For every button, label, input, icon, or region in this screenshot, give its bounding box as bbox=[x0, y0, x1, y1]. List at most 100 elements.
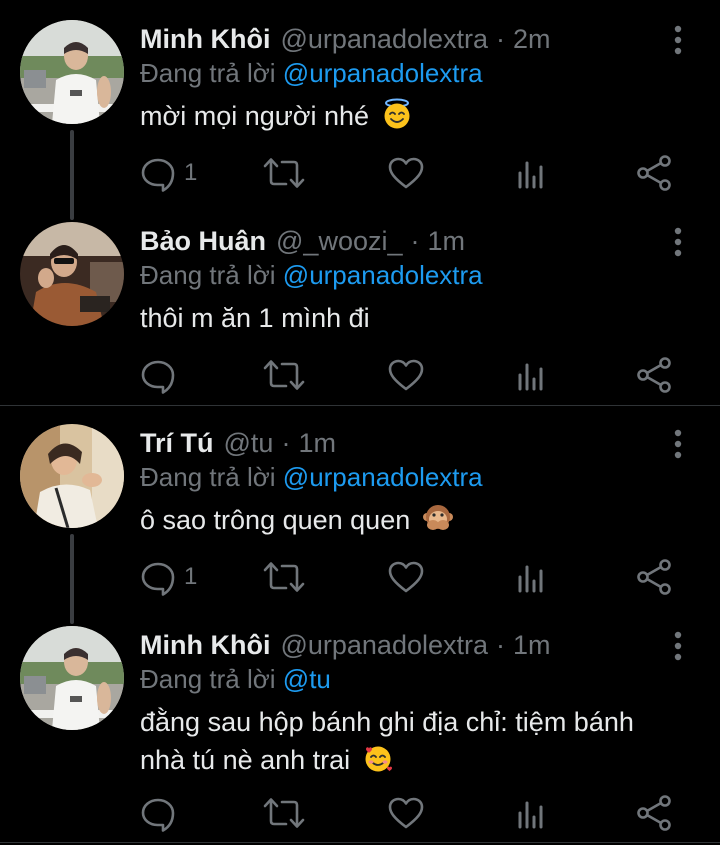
replying-to: Đang trả lời @urpanadolextra bbox=[140, 459, 483, 495]
retweet-button[interactable] bbox=[262, 355, 306, 395]
reply-icon bbox=[138, 153, 178, 193]
reply-button[interactable] bbox=[138, 355, 184, 395]
reply-button[interactable]: 1 bbox=[138, 557, 197, 597]
retweet-icon bbox=[262, 355, 306, 395]
views-button[interactable] bbox=[512, 557, 552, 597]
retweet-icon bbox=[262, 793, 306, 833]
share-button[interactable] bbox=[634, 355, 674, 395]
views-icon bbox=[512, 557, 552, 597]
replying-to: Đang trả lời @tu bbox=[140, 661, 331, 697]
replying-to-label: Đang trả lời bbox=[140, 462, 276, 492]
timestamp[interactable]: 1m bbox=[513, 626, 551, 664]
tweet[interactable]: Minh Khôi @urpanadolextra · 2m Đang trả … bbox=[0, 0, 720, 220]
tweet-text: mời mọi người nhé bbox=[140, 97, 700, 135]
avatar[interactable] bbox=[20, 20, 124, 124]
display-name[interactable]: Minh Khôi bbox=[140, 626, 270, 664]
avatar[interactable] bbox=[20, 626, 124, 730]
replying-to: Đang trả lời @urpanadolextra bbox=[140, 257, 483, 293]
like-button[interactable] bbox=[386, 355, 426, 395]
views-icon bbox=[512, 153, 552, 193]
timestamp[interactable]: 1m bbox=[298, 424, 336, 462]
retweet-icon bbox=[262, 153, 306, 193]
views-icon bbox=[512, 355, 552, 395]
more-options-icon[interactable] bbox=[668, 630, 688, 662]
timestamp[interactable]: 1m bbox=[428, 222, 466, 260]
reply-count: 1 bbox=[184, 563, 198, 590]
views-button[interactable] bbox=[512, 355, 552, 395]
smiling-face-with-halo-emoji bbox=[381, 98, 413, 130]
share-icon bbox=[634, 355, 674, 395]
separator-dot: · bbox=[410, 226, 420, 256]
like-button[interactable] bbox=[386, 793, 426, 833]
like-icon bbox=[386, 557, 426, 597]
timestamp[interactable]: 2m bbox=[513, 20, 551, 58]
more-options-icon[interactable] bbox=[668, 226, 688, 258]
share-button[interactable] bbox=[634, 793, 674, 833]
reply-icon bbox=[138, 793, 178, 833]
display-name[interactable]: Minh Khôi bbox=[140, 20, 270, 58]
share-icon bbox=[634, 557, 674, 597]
like-icon bbox=[386, 355, 426, 395]
replying-to-mention[interactable]: @urpanadolextra bbox=[283, 260, 483, 290]
tweet-actions bbox=[138, 793, 698, 833]
like-icon bbox=[386, 153, 426, 193]
tweet-header: Minh Khôi @urpanadolextra · 2m bbox=[140, 20, 551, 58]
like-button[interactable] bbox=[386, 153, 426, 193]
tweet-header: Bảo Huân @_woozi_ · 1m bbox=[140, 222, 465, 260]
reply-button[interactable]: 1 bbox=[138, 153, 197, 193]
like-button[interactable] bbox=[386, 557, 426, 597]
user-handle[interactable]: @urpanadolextra bbox=[280, 20, 488, 58]
tweet-text: thôi m ăn 1 mình đi bbox=[140, 299, 700, 337]
user-handle[interactable]: @_woozi_ bbox=[276, 222, 402, 260]
tweet-actions: 1 bbox=[138, 153, 698, 193]
retweet-button[interactable] bbox=[262, 793, 306, 833]
replying-to-mention[interactable]: @tu bbox=[283, 664, 331, 694]
share-button[interactable] bbox=[634, 153, 674, 193]
separator-dot: · bbox=[281, 428, 291, 458]
share-button[interactable] bbox=[634, 557, 674, 597]
avatar[interactable] bbox=[20, 424, 124, 528]
like-icon bbox=[386, 793, 426, 833]
tweet-body: thôi m ăn 1 mình đi bbox=[140, 303, 370, 333]
reply-button[interactable] bbox=[138, 793, 184, 833]
share-icon bbox=[634, 793, 674, 833]
reply-icon bbox=[138, 557, 178, 597]
avatar[interactable] bbox=[20, 222, 124, 326]
replying-to-mention[interactable]: @urpanadolextra bbox=[283, 58, 483, 88]
replying-to-mention[interactable]: @urpanadolextra bbox=[283, 462, 483, 492]
tweet-body: ô sao trông quen quen bbox=[140, 505, 411, 535]
user-handle[interactable]: @urpanadolextra bbox=[280, 626, 488, 664]
user-handle[interactable]: @tu bbox=[224, 424, 274, 462]
display-name[interactable]: Bảo Huân bbox=[140, 222, 266, 260]
tweet-actions bbox=[138, 355, 698, 395]
tweet-header: Minh Khôi @urpanadolextra · 1m bbox=[140, 626, 551, 664]
bottom-divider bbox=[0, 842, 720, 843]
views-button[interactable] bbox=[512, 793, 552, 833]
tweet-text: ô sao trông quen quen bbox=[140, 501, 700, 539]
speak-no-evil-monkey-emoji bbox=[422, 502, 454, 534]
tweet[interactable]: Minh Khôi @urpanadolextra · 1m Đang trả … bbox=[0, 606, 720, 841]
separator-dot: · bbox=[496, 24, 506, 54]
tweet-text: đằng sau hộp bánh ghi địa chỉ: tiệm bánh… bbox=[140, 703, 680, 779]
tweet[interactable]: Trí Tú @tu · 1m Đang trả lời @urpanadole… bbox=[0, 404, 720, 624]
more-options-icon[interactable] bbox=[668, 428, 688, 460]
reply-count: 1 bbox=[184, 159, 198, 186]
retweet-icon bbox=[262, 557, 306, 597]
tweet-header: Trí Tú @tu · 1m bbox=[140, 424, 336, 462]
smiling-face-with-hearts-emoji bbox=[362, 742, 394, 774]
reply-icon bbox=[138, 355, 178, 395]
retweet-button[interactable] bbox=[262, 557, 306, 597]
more-options-icon[interactable] bbox=[668, 24, 688, 56]
display-name[interactable]: Trí Tú bbox=[140, 424, 214, 462]
separator-dot: · bbox=[496, 630, 506, 660]
replying-to-label: Đang trả lời bbox=[140, 260, 276, 290]
views-icon bbox=[512, 793, 552, 833]
replying-to-label: Đang trả lời bbox=[140, 58, 276, 88]
replying-to-label: Đang trả lời bbox=[140, 664, 276, 694]
tweet-body: mời mọi người nhé bbox=[140, 101, 370, 131]
views-button[interactable] bbox=[512, 153, 552, 193]
share-icon bbox=[634, 153, 674, 193]
tweet-actions: 1 bbox=[138, 557, 698, 597]
retweet-button[interactable] bbox=[262, 153, 306, 193]
tweet[interactable]: Bảo Huân @_woozi_ · 1m Đang trả lời @urp… bbox=[0, 202, 720, 404]
